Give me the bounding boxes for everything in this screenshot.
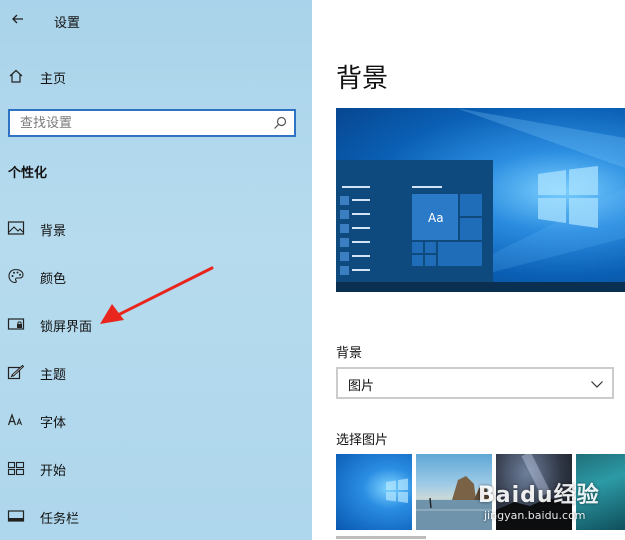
- background-preview: Aa: [336, 108, 625, 292]
- sidebar-item-home[interactable]: 主页: [0, 62, 312, 92]
- home-icon: [9, 69, 23, 83]
- sidebar-item-start[interactable]: 开始: [0, 452, 312, 484]
- annotation-arrow-icon: [100, 266, 214, 324]
- sidebar-item-label: 背景: [40, 224, 67, 239]
- tile: [412, 242, 423, 253]
- menu-square: [340, 252, 349, 261]
- background-label: 背景: [336, 346, 363, 361]
- sidebar-item-label: 颜色: [40, 272, 67, 287]
- main-content: 背景 Aa 背景 图片 选择图片 Baidu经验 jingyan.baidu.c…: [312, 0, 625, 540]
- taskbar-icon: [7, 510, 25, 522]
- tile: [425, 255, 436, 266]
- tile: [412, 255, 423, 266]
- section-heading: 个性化: [8, 166, 48, 181]
- sidebar-item-label: 主题: [40, 368, 67, 383]
- choose-picture-label: 选择图片: [336, 433, 389, 448]
- menu-line: [352, 199, 370, 201]
- sidebar-item-background[interactable]: 背景: [0, 212, 312, 244]
- sidebar: 设置 主页 个性化 背景 颜色: [0, 0, 312, 540]
- menu-line: [352, 269, 370, 271]
- sidebar-item-label: 锁屏界面: [40, 320, 93, 335]
- font-icon: [7, 413, 23, 426]
- windows-logo-icon: [386, 478, 408, 503]
- watermark-brand: Baidu经验: [478, 483, 600, 508]
- sidebar-item-label: 任务栏: [40, 512, 80, 527]
- titlebar: 设置: [0, 6, 312, 36]
- window-title: 设置: [54, 16, 81, 31]
- menu-square: [340, 224, 349, 233]
- watermark-url: jingyan.baidu.com: [484, 509, 586, 522]
- tile: [425, 242, 436, 253]
- menu-square: [340, 238, 349, 247]
- page-title: 背景: [336, 64, 389, 94]
- tile-aa: Aa: [412, 194, 458, 240]
- taskbar-preview: [336, 282, 625, 292]
- sidebar-item-themes[interactable]: 主题: [0, 356, 312, 388]
- menu-square: [340, 196, 349, 205]
- tile-aa-label: Aa: [428, 211, 444, 225]
- more-thumbnails-hint: [336, 536, 426, 539]
- background-type-dropdown[interactable]: 图片: [336, 367, 614, 399]
- menu-square: [340, 210, 349, 219]
- tile: [460, 194, 482, 216]
- lock-screen-icon: [7, 318, 25, 330]
- menu-line: [342, 186, 370, 188]
- sidebar-item-fonts[interactable]: 字体: [0, 404, 312, 436]
- sidebar-item-label: 主页: [40, 72, 67, 87]
- menu-square: [340, 266, 349, 275]
- search-icon[interactable]: [272, 115, 288, 131]
- start-icon: [7, 461, 25, 476]
- chevron-down-icon: [591, 381, 603, 388]
- search-box: [8, 109, 296, 137]
- windows-logo-icon: [538, 166, 598, 228]
- menu-line: [352, 213, 370, 215]
- menu-line: [352, 241, 370, 243]
- tile: [438, 242, 482, 266]
- sidebar-item-taskbar[interactable]: 任务栏: [0, 500, 312, 532]
- picture-thumbnail-1[interactable]: [336, 454, 412, 530]
- palette-icon: [8, 268, 24, 284]
- menu-line: [352, 255, 370, 257]
- sidebar-item-label: 字体: [40, 416, 67, 431]
- menu-line: [412, 186, 442, 188]
- theme-icon: [7, 364, 25, 380]
- start-menu-preview: Aa: [336, 160, 493, 282]
- sidebar-item-label: 开始: [40, 464, 67, 479]
- back-arrow-icon[interactable]: [8, 9, 28, 29]
- watermark: Baidu经验 jingyan.baidu.com: [474, 477, 625, 529]
- menu-line: [352, 227, 370, 229]
- image-icon: [7, 221, 25, 235]
- dropdown-value: 图片: [348, 379, 375, 394]
- search-input[interactable]: [10, 111, 260, 135]
- tile: [460, 218, 482, 240]
